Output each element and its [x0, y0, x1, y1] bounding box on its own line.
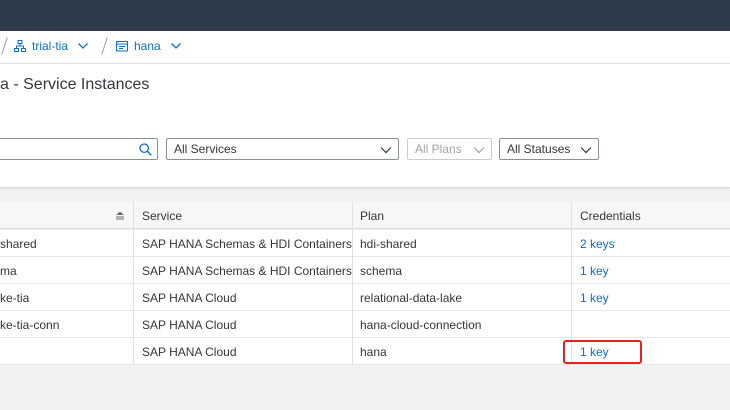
table-row[interactable]: ke-tia SAP HANA Cloud relational-data-la…	[0, 284, 730, 311]
instance-name-cell[interactable]: ma	[0, 257, 130, 284]
column-divider	[352, 202, 353, 365]
table-row[interactable]: ke-tia-conn SAP HANA Cloud hana-cloud-co…	[0, 311, 730, 338]
breadcrumb-instance[interactable]: hana	[116, 39, 182, 53]
plan-cell: hdi-shared	[360, 236, 417, 251]
chevron-down-icon	[580, 147, 592, 154]
credentials-link[interactable]: 1 key	[580, 257, 720, 284]
plan-cell: hana	[360, 344, 387, 359]
chevron-down-icon	[473, 147, 485, 154]
credentials-link[interactable]: 1 key	[580, 284, 720, 311]
plans-select-value: All Plans	[415, 142, 462, 156]
column-header-name[interactable]	[0, 202, 134, 229]
search-input[interactable]	[0, 138, 158, 160]
chevron-down-icon	[380, 147, 392, 154]
services-select[interactable]: All Services	[166, 138, 399, 160]
statuses-select[interactable]: All Statuses	[499, 138, 599, 160]
column-header-plan[interactable]: Plan	[360, 202, 565, 229]
instance-name-cell[interactable]: ke-tia	[0, 284, 130, 311]
page-title: a - Service Instances	[0, 76, 150, 93]
service-cell: SAP HANA Cloud	[142, 317, 237, 332]
service-cell: SAP HANA Cloud	[142, 290, 237, 305]
instance-name-cell[interactable]	[0, 338, 130, 365]
highlight-box	[563, 340, 642, 364]
plan-cell: relational-data-lake	[360, 290, 463, 305]
shell-bar	[0, 0, 730, 31]
plan-cell: hana-cloud-connection	[360, 317, 482, 332]
plans-select[interactable]: All Plans	[407, 138, 492, 160]
hierarchy-icon	[14, 40, 26, 52]
credentials-link[interactable]	[580, 311, 720, 338]
breadcrumb-space[interactable]: trial-tia	[14, 39, 89, 53]
instance-name-cell[interactable]: shared	[0, 230, 130, 257]
table-header-row: Service Plan Credentials	[0, 202, 730, 229]
breadcrumb-separator	[101, 37, 108, 55]
statuses-select-value: All Statuses	[507, 142, 571, 156]
breadcrumb-separator	[1, 37, 8, 55]
column-divider	[133, 202, 134, 365]
instance-name-cell[interactable]: ke-tia-conn	[0, 311, 130, 338]
service-cell: SAP HANA Cloud	[142, 344, 237, 359]
service-cell: SAP HANA Schemas & HDI Containers	[142, 263, 352, 278]
breadcrumb-space-label: trial-tia	[32, 39, 69, 53]
sort-icon[interactable]	[115, 211, 125, 220]
plan-cell: schema	[360, 263, 403, 278]
page-header: a - Service Instances All Services All P…	[0, 64, 730, 188]
instance-icon	[116, 41, 128, 52]
column-header-credentials[interactable]: Credentials	[580, 202, 720, 229]
column-header-service[interactable]: Service	[142, 202, 347, 229]
services-select-value: All Services	[174, 142, 237, 156]
search-icon[interactable]	[139, 143, 152, 156]
table-row[interactable]: ma SAP HANA Schemas & HDI Containers sch…	[0, 257, 730, 284]
breadcrumb-instance-label: hana	[134, 39, 161, 53]
table-row[interactable]: shared SAP HANA Schemas & HDI Containers…	[0, 230, 730, 257]
chevron-down-icon[interactable]	[77, 40, 89, 52]
breadcrumb: trial-tia hana	[0, 31, 730, 64]
credentials-link[interactable]: 2 keys	[580, 230, 720, 257]
chevron-down-icon[interactable]	[170, 40, 182, 52]
service-cell: SAP HANA Schemas & HDI Containers	[142, 236, 352, 251]
